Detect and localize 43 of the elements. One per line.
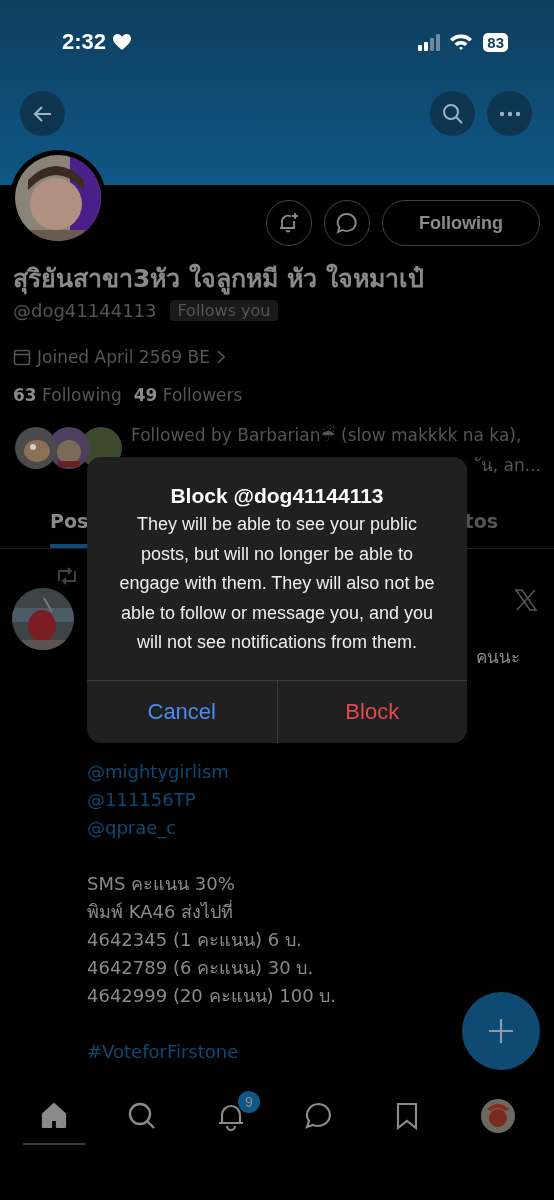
post-text: 4642789 (6 คะแนน) 30 บ. [87, 956, 314, 980]
post-text: SMS คะแนน 30% [87, 872, 235, 896]
chevron-icon [215, 350, 226, 364]
dialog-message: They will be able to see your public posts, but will no longer be able to engage with them. They will also not be able to follow or message you, and you will not see notifications from them. [118, 513, 436, 654]
followed-by-text: Followed by Barbarian☔ (slow makkkk na ka), [131, 425, 523, 445]
more-button[interactable] [487, 91, 532, 136]
joined-date: Joined April 2569 BE [37, 347, 210, 367]
search-button[interactable] [430, 91, 475, 136]
post-text: 4642345 (1 คะแนน) 6 บ. [87, 928, 302, 952]
post-link[interactable]: @qprae_c [87, 814, 177, 842]
status-time: 2:32 [62, 29, 107, 55]
bell-plus-icon [277, 211, 301, 235]
block-button[interactable]: Block [276, 680, 467, 743]
followed-by-text: ัน, an... [131, 451, 541, 478]
post-link[interactable]: #VoteforFirstone [87, 1038, 239, 1066]
followers-count[interactable]: 49 Followers [133, 385, 243, 405]
notify-button[interactable] [266, 200, 312, 246]
profile-name: สุริยันสาขา3หัว ใจลูกหมี หัว ใจหมาเป๋ [13, 262, 425, 296]
notifications-tab[interactable]: 9 [199, 1089, 262, 1145]
following-count[interactable]: 63 Following [13, 385, 122, 405]
x-logo-icon [514, 588, 538, 612]
profile-handle: @dog41144113 [13, 300, 157, 321]
post-link[interactable]: @111156TP [87, 786, 196, 814]
notification-badge: 9 [237, 1091, 260, 1113]
battery-level: 83 [483, 32, 508, 52]
calendar-icon [13, 348, 31, 366]
cancel-button[interactable]: Cancel [87, 680, 277, 743]
repost-icon [56, 567, 78, 585]
message-button[interactable] [324, 200, 370, 246]
post-text: 4642999 (20 คะแนน) 100 บ. [87, 984, 337, 1008]
back-arrow-icon [32, 104, 53, 123]
post-text: พิมพ์ KA46 ส่งไปที่ [87, 898, 234, 924]
follows-you-label: Follows you [170, 300, 278, 321]
plus-icon [488, 1018, 514, 1044]
back-button[interactable] [20, 91, 65, 136]
more-icon [498, 110, 521, 117]
following-button[interactable]: Following [382, 200, 540, 246]
post-link[interactable]: @mightygirlism [87, 758, 229, 786]
chat-bubble-icon [335, 211, 359, 235]
wifi-icon [449, 33, 474, 51]
search-icon [441, 102, 464, 125]
heart-icon [112, 33, 133, 51]
dialog-title: Block @dog41144113 [169, 484, 385, 508]
